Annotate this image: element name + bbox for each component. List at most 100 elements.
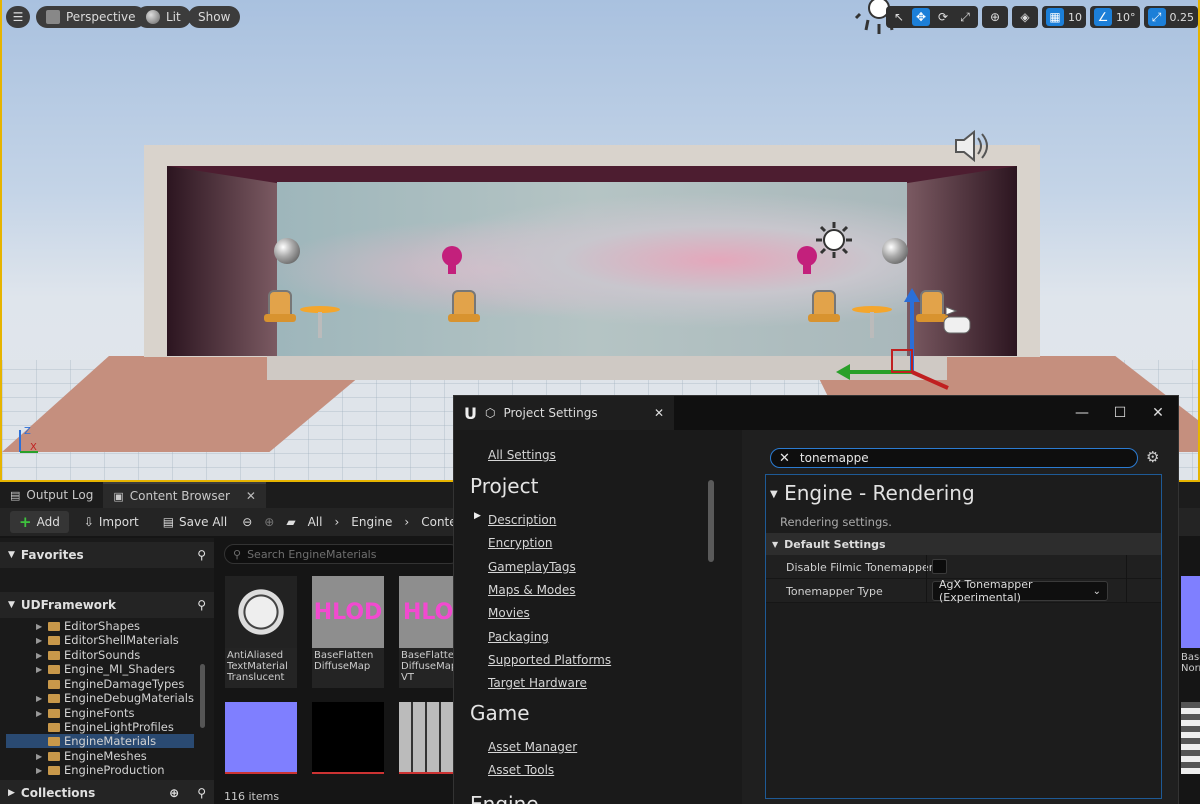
disable-filmic-checkbox[interactable] [932, 559, 947, 574]
reflection-sphere-right[interactable] [882, 238, 908, 264]
project-heading: Project [470, 474, 539, 498]
asset-thumbnail [399, 702, 456, 774]
folder-item[interactable]: ▶ EditorShapes [36, 619, 140, 633]
reflection-sphere-left[interactable] [274, 238, 300, 264]
asset-thumbnail[interactable] [1181, 702, 1200, 774]
back-icon[interactable]: ⊖ [242, 515, 252, 529]
nav-scrollbar[interactable] [708, 480, 714, 562]
nav-description[interactable]: Description [488, 513, 556, 527]
asset-thumbnail[interactable] [1181, 576, 1200, 648]
gear-icon[interactable]: ⚙ [1146, 448, 1159, 466]
sidebar-scrollbar[interactable] [200, 664, 205, 728]
section-title[interactable]: ▼ Engine - Rendering [770, 481, 975, 505]
asset-tile[interactable]: HLOD BaseFlatten DiffuseMap VT [399, 576, 456, 688]
add-button[interactable]: + Add [10, 511, 69, 533]
asset-tile[interactable] [225, 702, 297, 774]
close-icon[interactable]: ✕ [654, 406, 664, 420]
forward-icon[interactable]: ⊕ [264, 515, 274, 529]
tab-output-log[interactable]: ▤ Output Log [0, 482, 103, 508]
tonemapper-type-dropdown[interactable]: AgX Tonemapper (Experimental) ⌄ [932, 578, 1108, 604]
sky-light-icon[interactable] [814, 220, 858, 264]
player-start-icon[interactable] [942, 305, 974, 335]
maximize-button[interactable]: ☐ [1102, 396, 1138, 430]
surface-snap[interactable]: ◈ [1012, 6, 1038, 28]
item-count: 116 items [224, 790, 280, 803]
scale-icon[interactable]: ⤢ [956, 8, 974, 26]
asset-search-input[interactable]: ⚲ Search EngineMaterials [224, 544, 460, 564]
show-button[interactable]: Show [188, 6, 241, 28]
favorites-header[interactable]: ▼ Favorites ⚲ [0, 542, 214, 568]
nav-asset-tools[interactable]: Asset Tools [488, 763, 554, 777]
folder-item[interactable]: ▶ Engine_MI_Shaders [36, 662, 175, 676]
folder-icon [48, 635, 60, 645]
nav-supported-platforms[interactable]: Supported Platforms [488, 653, 611, 667]
tab-content-browser[interactable]: ▣ Content Browser ✕ [103, 482, 266, 508]
search-icon[interactable]: ⚲ [197, 548, 206, 562]
surface-snap-icon: ◈ [1020, 10, 1030, 24]
perspective-button[interactable]: Perspective [36, 6, 146, 28]
asset-tile[interactable]: HLOD BaseFlatten DiffuseMap [312, 576, 384, 688]
transform-gizmo[interactable] [828, 288, 958, 392]
asset-tile[interactable] [312, 702, 384, 774]
folder-item[interactable]: ▶ EngineFonts [36, 706, 134, 720]
breadcrumb-engine[interactable]: Engine [351, 515, 392, 529]
clear-search-icon[interactable]: ✕ [779, 451, 790, 466]
folder-item-selected[interactable]: EngineMaterials [6, 734, 194, 748]
chevron-down-icon: ⌄ [1092, 585, 1101, 597]
close-icon[interactable]: ✕ [246, 489, 256, 503]
coordinate-space[interactable]: ⊕ [982, 6, 1008, 28]
project-header[interactable]: ▼ UDFramework ⚲ [0, 592, 214, 618]
rotation-snap[interactable]: ∠ 10° [1090, 6, 1140, 28]
save-all-button[interactable]: ▤ Save All [154, 511, 237, 533]
scale-snap[interactable]: ⤢ 0.25 [1143, 6, 1198, 28]
add-collection-icon[interactable]: ⊕ [169, 786, 179, 800]
folder-icon [48, 679, 60, 689]
tab-project-settings[interactable]: U ⬡ Project Settings ✕ [454, 396, 674, 430]
all-settings-link[interactable]: All Settings [488, 448, 556, 462]
folder-item[interactable]: ▶ EngineDebugMaterials [36, 691, 194, 705]
import-button[interactable]: ⇩ Import [75, 511, 148, 533]
rotate-icon[interactable]: ⟳ [934, 8, 952, 26]
default-settings-header[interactable]: ▼ Default Settings [766, 533, 1161, 555]
folder-icon [48, 650, 60, 660]
search-icon[interactable]: ⚲ [197, 598, 206, 612]
point-light-icon[interactable] [442, 246, 464, 276]
nav-movies[interactable]: Movies [488, 606, 530, 620]
folder-item[interactable]: ▶ EngineMeshes [36, 749, 147, 763]
folder-item[interactable]: ▶ EditorShellMaterials [36, 633, 179, 647]
translate-icon[interactable]: ✥ [912, 8, 930, 26]
grid-snap[interactable]: ▦ 10 [1042, 6, 1086, 28]
breadcrumb-all[interactable]: All [308, 515, 323, 529]
folder-item[interactable]: ▶ EditorSounds [36, 648, 140, 662]
folder-item[interactable]: ▶ EngineProduction [36, 763, 165, 777]
search-icon: ⚲ [233, 547, 242, 561]
settings-search-input[interactable]: ✕ tonemappe [770, 448, 1138, 468]
folder-icon [48, 621, 60, 631]
collections-header[interactable]: ▶ Collections ⊕ ⚲ [0, 780, 214, 804]
search-icon[interactable]: ⚲ [197, 786, 206, 800]
nav-encryption[interactable]: Encryption [488, 536, 552, 550]
folder-icon: ▰ [286, 515, 296, 529]
sound-icon[interactable] [952, 128, 994, 164]
viewport-menu-button[interactable]: ☰ [6, 6, 30, 28]
folder-item[interactable]: EngineDamageTypes [36, 677, 184, 691]
table[interactable] [300, 306, 340, 340]
window-title-bar[interactable]: U ⬡ Project Settings ✕ — ☐ ✕ [454, 396, 1178, 430]
nav-gameplaytags[interactable]: GameplayTags [488, 560, 576, 574]
property-row: Disable Filmic Tonemapper [766, 555, 1161, 579]
lit-button[interactable]: Lit [136, 6, 191, 28]
nav-asset-manager[interactable]: Asset Manager [488, 740, 577, 754]
nav-maps-modes[interactable]: Maps & Modes [488, 583, 576, 597]
folder-item[interactable]: EngineLightProfiles [36, 720, 174, 734]
minimize-button[interactable]: — [1064, 396, 1100, 430]
asset-tile[interactable] [399, 702, 456, 774]
chair[interactable] [260, 290, 300, 330]
rendering-section: ▼ Engine - Rendering Rendering settings.… [765, 474, 1162, 799]
nav-target-hardware[interactable]: Target Hardware [488, 676, 587, 690]
close-window-button[interactable]: ✕ [1140, 396, 1176, 430]
asset-view-right-edge: Base Norm [1179, 538, 1200, 804]
chair[interactable] [444, 290, 484, 330]
asset-tile[interactable]: AntiAliased TextMaterial Translucent [225, 576, 297, 688]
nav-packaging[interactable]: Packaging [488, 630, 549, 644]
select-icon[interactable]: ↖ [890, 8, 908, 26]
